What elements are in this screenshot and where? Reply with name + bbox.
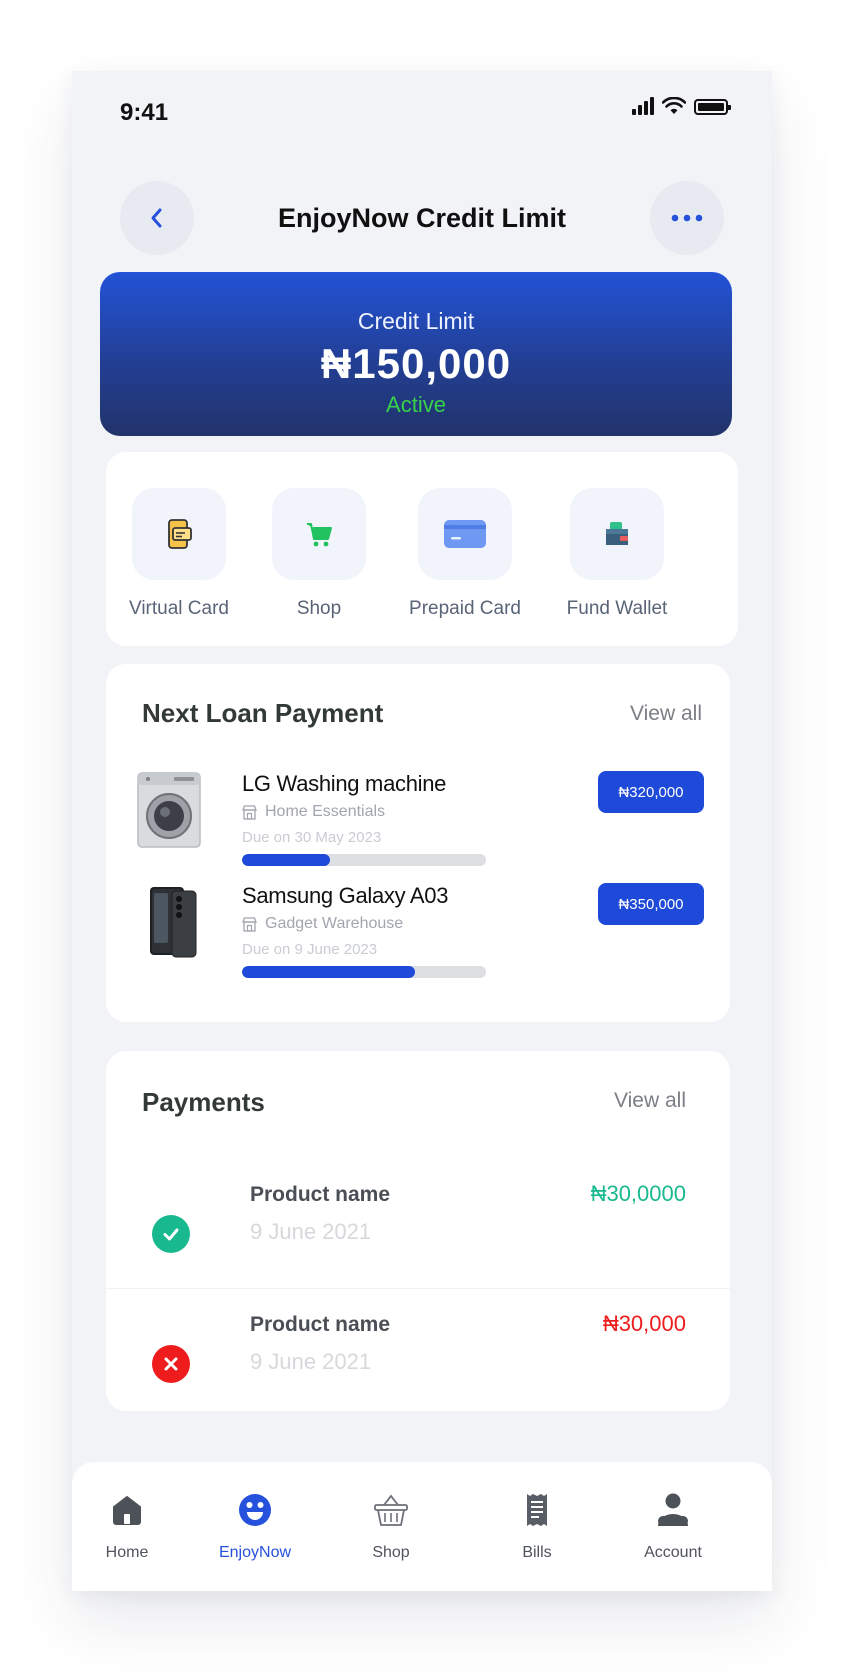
payment-amount: ₦30,0000 xyxy=(590,1181,686,1206)
user-icon xyxy=(658,1493,688,1526)
phone-screen: 9:41 EnjoyNow Credit Limit Credit Limit … xyxy=(72,71,772,1591)
action-tile xyxy=(132,488,226,580)
smartphone-image xyxy=(134,883,206,961)
action-fund-wallet[interactable]: Fund Wallet xyxy=(542,488,692,620)
store-icon xyxy=(242,804,257,820)
action-tile xyxy=(418,488,512,580)
next-loan-payment-card: Next Loan Payment View all LG Washing ma… xyxy=(106,664,730,1022)
action-label: Shop xyxy=(296,598,342,619)
cart-icon xyxy=(307,523,332,547)
loan-store: Gadget Warehouse xyxy=(242,915,403,933)
success-check-icon xyxy=(152,1215,190,1253)
loan-progress-bar xyxy=(242,966,486,978)
action-shop[interactable]: Shop xyxy=(244,488,394,620)
action-virtual-card[interactable]: Virtual Card xyxy=(104,488,254,620)
section-title-loans: Next Loan Payment xyxy=(142,698,384,728)
nav-label: Account xyxy=(644,1544,702,1561)
credit-limit-amount: ₦150,000 xyxy=(320,340,512,387)
action-label: Prepaid Card xyxy=(409,598,521,619)
nav-item-shop[interactable]: Shop xyxy=(336,1490,446,1562)
loan-progress-bar xyxy=(242,854,486,866)
status-time: 9:41 xyxy=(120,99,169,126)
payment-product-name: Product name xyxy=(250,1183,391,1206)
more-options-button[interactable] xyxy=(650,181,724,255)
credit-status: Active xyxy=(386,392,446,417)
bottom-nav: Home EnjoyNow Shop Bills Account xyxy=(72,1462,772,1591)
store-icon xyxy=(242,916,257,932)
action-label: Virtual Card xyxy=(129,598,229,619)
loan-store-name: Gadget Warehouse xyxy=(265,915,404,932)
loan-progress-fill xyxy=(242,854,330,866)
status-icons xyxy=(632,97,731,115)
action-prepaid-card[interactable]: Prepaid Card xyxy=(390,488,540,620)
loan-product-name: Samsung Galaxy A03 xyxy=(242,883,449,908)
wallet-icon xyxy=(606,522,628,545)
nav-item-enjoynow[interactable]: EnjoyNow xyxy=(200,1490,310,1562)
failed-cross-icon xyxy=(152,1345,190,1383)
signal-icon xyxy=(632,97,654,115)
payment-row[interactable]: Product name 9 June 2021 ₦30,000 xyxy=(106,1287,730,1407)
payment-row[interactable]: Product name 9 June 2021 ₦30,0000 xyxy=(106,1157,730,1277)
more-dots-icon xyxy=(671,214,703,222)
loan-due-date: Due on 9 June 2023 xyxy=(242,941,378,958)
payment-date: 9 June 2021 xyxy=(250,1219,372,1244)
payments-card: Payments View all Product name 9 June 20… xyxy=(106,1051,730,1411)
header: EnjoyNow Credit Limit xyxy=(72,161,772,255)
loan-store-name: Home Essentials xyxy=(265,803,386,820)
loan-item[interactable]: LG Washing machine Home Essentials Due o… xyxy=(134,771,704,881)
smiley-icon xyxy=(239,1494,271,1526)
receipt-icon xyxy=(527,1494,547,1526)
loan-amount-badge[interactable]: ₦350,000 xyxy=(598,883,704,925)
credit-limit-label: Credit Limit xyxy=(357,308,475,334)
nav-label: EnjoyNow xyxy=(218,1544,292,1561)
credit-limit-card: Credit Limit ₦150,000 Active xyxy=(100,272,732,436)
quick-actions: Virtual Card Shop Prepaid Card Fund Wall… xyxy=(106,452,738,646)
payment-product-name: Product name xyxy=(250,1313,391,1336)
loan-item[interactable]: Samsung Galaxy A03 Gadget Warehouse Due … xyxy=(134,883,704,993)
nav-item-home[interactable]: Home xyxy=(72,1490,182,1562)
wifi-icon xyxy=(662,97,686,114)
payment-date: 9 June 2021 xyxy=(250,1349,372,1374)
nav-label: Home xyxy=(105,1544,149,1561)
battery-icon xyxy=(694,99,731,115)
virtual-card-icon xyxy=(168,519,192,549)
credit-card-icon xyxy=(444,520,486,548)
washing-machine-image xyxy=(134,771,206,849)
loan-store: Home Essentials xyxy=(242,803,385,821)
loan-amount-badge[interactable]: ₦320,000 xyxy=(598,771,704,813)
view-all-payments-link[interactable]: View all xyxy=(614,1089,686,1113)
view-all-loans-link[interactable]: View all xyxy=(630,702,702,726)
nav-label: Bills xyxy=(522,1544,552,1561)
nav-label: Shop xyxy=(372,1544,410,1561)
action-tile xyxy=(272,488,366,580)
status-bar: 9:41 xyxy=(72,71,772,151)
loan-product-name: LG Washing machine xyxy=(242,771,447,796)
section-title-payments: Payments xyxy=(142,1087,265,1117)
action-tile xyxy=(570,488,664,580)
home-icon xyxy=(113,1496,141,1525)
basket-icon xyxy=(374,1494,408,1526)
payment-amount: ₦30,000 xyxy=(602,1311,686,1336)
nav-item-bills[interactable]: Bills xyxy=(482,1490,592,1562)
action-label: Fund Wallet xyxy=(566,598,668,619)
loan-progress-fill xyxy=(242,966,416,978)
nav-item-account[interactable]: Account xyxy=(618,1490,728,1562)
loan-due-date: Due on 30 May 2023 xyxy=(242,829,382,846)
